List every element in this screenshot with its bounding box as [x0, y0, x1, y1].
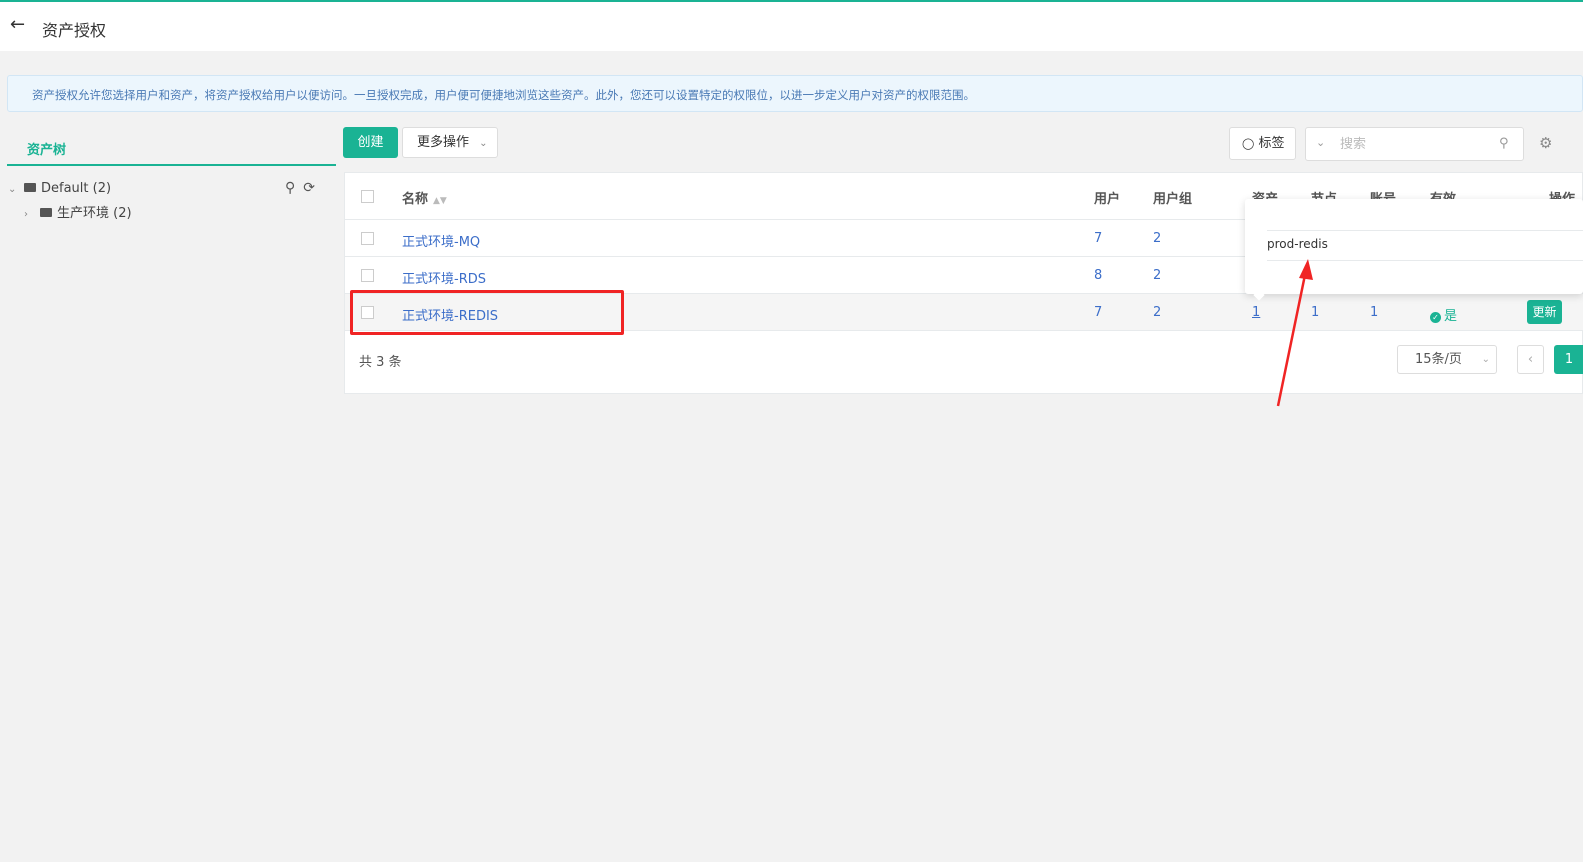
row-user-groups-link[interactable]: 2	[1153, 305, 1161, 320]
search-input[interactable]	[1340, 134, 1490, 154]
create-button[interactable]: 创建	[343, 127, 398, 158]
tab-asset-tree[interactable]: 资产树	[7, 128, 336, 166]
row-checkbox[interactable]	[361, 232, 374, 245]
page-header: ← 资产授权	[0, 2, 1583, 51]
more-actions-button[interactable]: 更多操作 ⌄	[402, 127, 498, 158]
annotation-highlight-box	[350, 290, 624, 335]
info-notice: 资产授权允许您选择用户和资产，将资产授权给用户以便访问。一旦授权完成，用户便可便…	[7, 75, 1583, 112]
row-active-status: ✓ 是	[1430, 305, 1457, 324]
chevron-left-icon: ‹	[1527, 352, 1534, 367]
header-users: 用户	[1094, 192, 1121, 207]
prev-page-button[interactable]: ‹	[1517, 345, 1544, 374]
row-checkbox[interactable]	[361, 269, 374, 282]
page-title: 资产授权	[42, 21, 107, 40]
select-all-checkbox[interactable]	[361, 190, 374, 203]
update-button[interactable]: 更新	[1527, 300, 1562, 324]
page-size-select[interactable]: 15条/页 ⌄	[1397, 345, 1497, 374]
tag-button[interactable]: ◯ 标签	[1229, 127, 1296, 160]
row-users-link[interactable]: 8	[1094, 268, 1102, 283]
row-users-link[interactable]: 7	[1094, 231, 1102, 246]
sort-icon[interactable]: ▲▼	[433, 196, 447, 206]
row-active-text: 是	[1444, 309, 1458, 324]
tree-node-default[interactable]: ⌄ Default (2)	[8, 181, 111, 196]
arrow-left-icon[interactable]: ←	[10, 14, 25, 35]
row-name-link[interactable]: 正式环境-RDS	[402, 268, 486, 287]
header-user-groups: 用户组	[1153, 192, 1193, 207]
tree-node-default-label: Default (2)	[41, 181, 112, 196]
row-assets-link[interactable]: 1	[1252, 305, 1260, 320]
row-accounts-link[interactable]: 1	[1370, 305, 1378, 320]
folder-icon	[40, 208, 52, 217]
gear-icon[interactable]: ⚙	[1539, 134, 1552, 152]
assets-popover: prod-redis	[1245, 199, 1583, 301]
chevron-down-icon[interactable]: ⌄	[8, 184, 24, 195]
tag-icon: ◯	[1242, 137, 1255, 150]
row-name-link[interactable]: 正式环境-MQ	[402, 231, 480, 250]
popover-divider	[1267, 230, 1583, 231]
folder-open-icon	[24, 183, 36, 192]
chevron-down-icon[interactable]: ⌄	[1316, 136, 1325, 149]
refresh-icon[interactable]: ⟳	[303, 180, 315, 196]
tree-tools: ⚲ ⟳	[285, 180, 323, 196]
search-icon[interactable]: ⚲	[285, 180, 295, 196]
tree-node-production[interactable]: › 生产环境 (2)	[24, 202, 132, 221]
header-name-label: 名称	[402, 192, 429, 207]
check-circle-icon: ✓	[1430, 312, 1441, 323]
popover-divider	[1267, 260, 1583, 261]
chevron-down-icon: ⌄	[1481, 354, 1490, 365]
search-box: ⌄ ⚲	[1305, 127, 1524, 161]
row-user-groups-link[interactable]: 2	[1153, 231, 1161, 246]
popover-asset-name: prod-redis	[1267, 237, 1328, 251]
notice-text: 资产授权允许您选择用户和资产，将资产授权给用户以便访问。一旦授权完成，用户便可便…	[32, 88, 975, 102]
tree-node-production-label: 生产环境 (2)	[57, 206, 132, 221]
search-icon[interactable]: ⚲	[1499, 136, 1509, 151]
tag-label: 标签	[1258, 136, 1285, 151]
chevron-right-icon[interactable]: ›	[24, 209, 40, 220]
chevron-down-icon: ⌄	[479, 138, 488, 149]
page-size-value: 15条/页	[1415, 352, 1462, 367]
current-page-button[interactable]: 1	[1554, 345, 1583, 374]
row-user-groups-link[interactable]: 2	[1153, 268, 1161, 283]
tab-asset-tree-label: 资产树	[27, 143, 67, 158]
more-actions-label: 更多操作	[417, 135, 470, 150]
row-nodes-link[interactable]: 1	[1311, 305, 1319, 320]
header-name[interactable]: 名称 ▲▼	[402, 188, 447, 207]
row-users-link[interactable]: 7	[1094, 305, 1102, 320]
total-count: 共 3 条	[359, 355, 402, 370]
